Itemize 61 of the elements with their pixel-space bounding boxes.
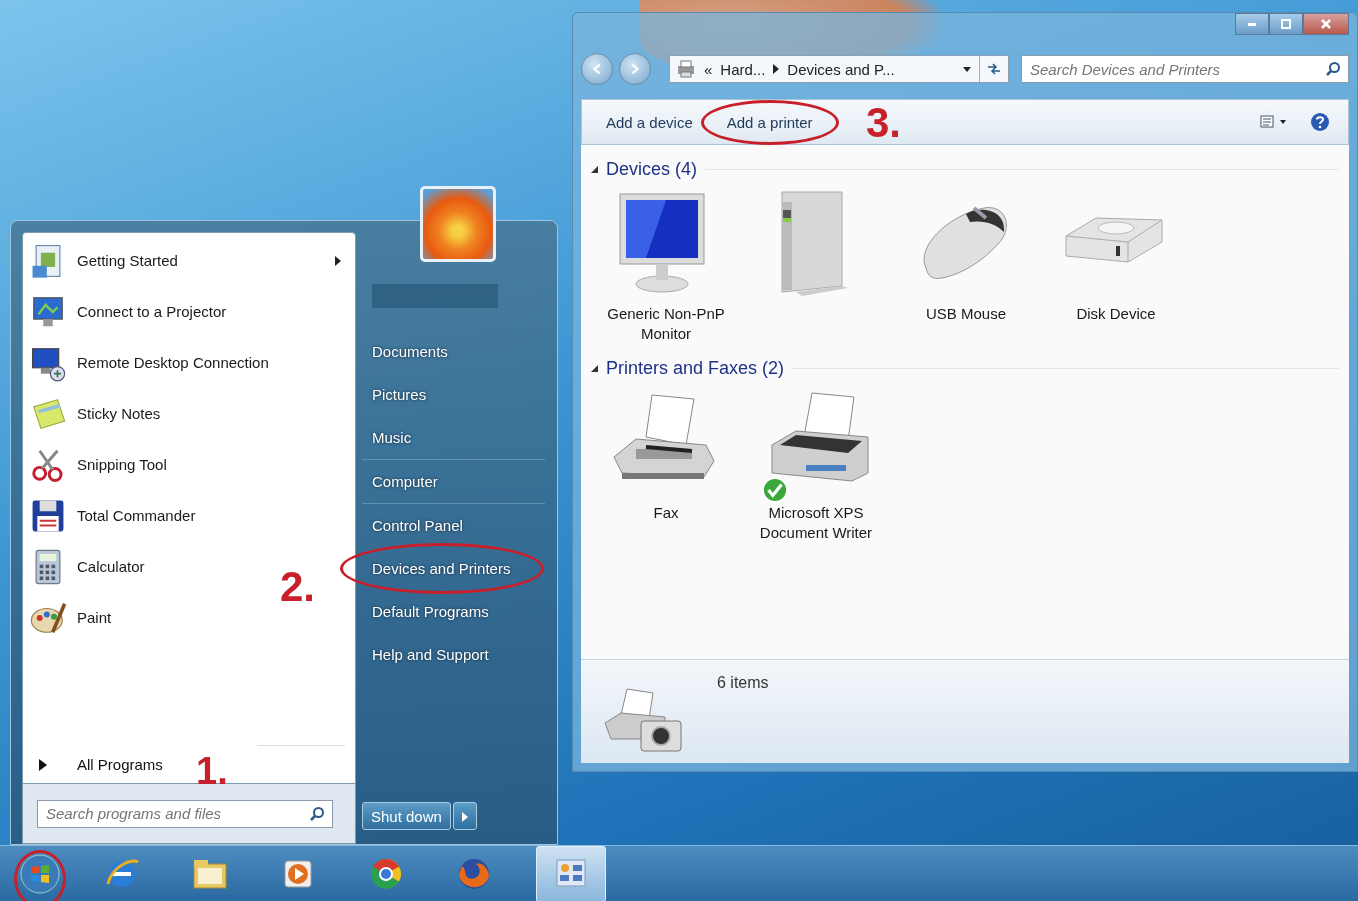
breadcrumb-arrow-icon (773, 64, 780, 74)
maximize-button[interactable] (1269, 13, 1303, 35)
program-item[interactable]: Total Commander (27, 492, 206, 539)
refresh-icon (986, 62, 1002, 76)
breadcrumb[interactable]: Hard... (720, 60, 766, 78)
start-menu-item[interactable]: Default Programs (362, 590, 499, 633)
close-button[interactable] (1303, 13, 1349, 35)
close-icon (1320, 18, 1332, 30)
address-overflow[interactable]: « (704, 60, 713, 78)
breadcrumb[interactable]: Devices and P... (787, 60, 895, 78)
collapse-arrow-icon[interactable] (591, 365, 598, 372)
start-menu-item[interactable]: Computer (362, 460, 448, 503)
device-label[interactable]: Generic Non-PnP Monitor (601, 304, 731, 344)
program-item[interactable]: Calculator (27, 543, 155, 590)
program-item[interactable]: Snipping Tool (27, 441, 177, 488)
start-menu-item[interactable]: Documents (362, 330, 458, 373)
step-number: 1. (196, 752, 228, 790)
start-menu-item[interactable]: Music (362, 416, 422, 459)
device-label[interactable]: USB Mouse (925, 304, 1006, 324)
toolbar-button[interactable]: Add a printer (716, 109, 823, 135)
device-label[interactable]: Fax (653, 503, 679, 523)
search-icon (1325, 61, 1341, 77)
toolbar-button[interactable]: Add a device (596, 109, 703, 135)
program-item[interactable]: Sticky Notes (27, 390, 171, 437)
device-label[interactable]: Microsoft XPS Document Writer (751, 503, 881, 543)
item-count: 6 items (717, 674, 769, 692)
collapse-arrow-icon[interactable] (591, 166, 598, 173)
windows-logo-icon (20, 853, 60, 894)
forward-button[interactable] (619, 53, 651, 85)
program-item[interactable]: Connect to a Projector (27, 288, 237, 335)
group-heading[interactable]: Devices (4) (606, 159, 698, 180)
minimize-button[interactable] (1235, 13, 1269, 35)
all-programs-item[interactable]: All Programs (27, 756, 173, 777)
program-item[interactable]: Getting Started (27, 237, 351, 284)
arrow-icon (461, 811, 468, 822)
program-item[interactable]: Remote Desktop Connection (27, 339, 279, 386)
view-icon (1260, 115, 1288, 129)
shut-down-button[interactable]: Shut down (362, 802, 451, 830)
search-field[interactable]: Search programs and files (37, 799, 333, 828)
help-icon (1310, 112, 1330, 132)
expand-arrow-icon (39, 758, 47, 771)
minimize-icon (1248, 22, 1256, 26)
start-menu-item[interactable]: Pictures (362, 373, 437, 416)
address-bar[interactable]: « Hard... Devices and P... (669, 55, 1009, 83)
shut-down-options-button[interactable] (452, 802, 477, 830)
group-heading[interactable]: Printers and Faxes (2) (606, 358, 785, 379)
taskbar-button[interactable] (536, 845, 606, 901)
device-label[interactable]: Disk Device (1076, 304, 1156, 324)
start-button[interactable] (20, 853, 60, 894)
search-icon (309, 805, 325, 822)
start-menu-item[interactable]: Devices and Printers (362, 547, 521, 590)
maximize-icon (1280, 18, 1292, 30)
program-item[interactable]: Paint (27, 594, 122, 641)
start-menu-item[interactable]: Help and Support (362, 633, 499, 676)
start-menu-item[interactable]: Control Panel (362, 504, 473, 547)
step-number: 2. (280, 566, 316, 608)
printer-icon (676, 60, 696, 78)
step-number: 3. (866, 102, 902, 144)
back-button[interactable] (581, 53, 613, 85)
search-field[interactable]: Search Devices and Printers (1021, 55, 1349, 83)
dropdown-icon (963, 66, 971, 72)
